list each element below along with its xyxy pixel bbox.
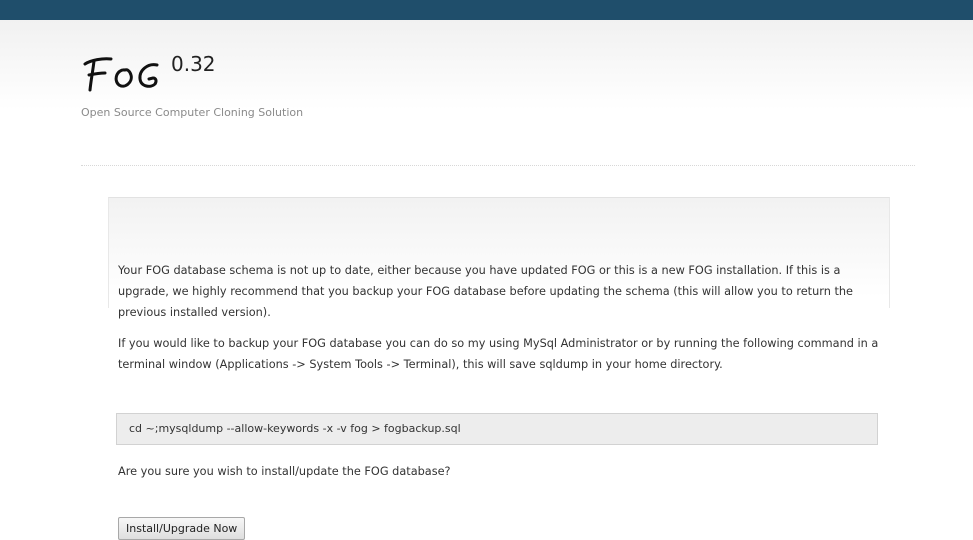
version-label: 0.32 <box>171 52 216 76</box>
brand: 0.32 Open Source Computer Cloning Soluti… <box>81 50 303 119</box>
page-header: 0.32 Open Source Computer Cloning Soluti… <box>0 20 973 140</box>
install-upgrade-button[interactable]: Install/Upgrade Now <box>118 517 246 540</box>
subtitle: Open Source Computer Cloning Solution <box>81 106 304 119</box>
main-content: Your FOG database schema is not up to da… <box>118 260 883 388</box>
backup-instructions-text: If you would like to backup your FOG dat… <box>118 337 879 371</box>
backup-command: cd ~;mysqldump --allow-keywords -x -v fo… <box>116 413 878 445</box>
fog-logo-mark <box>83 57 159 92</box>
top-bar <box>0 0 973 20</box>
schema-warning-text: Your FOG database schema is not up to da… <box>118 264 854 319</box>
confirm-question: Are you sure you wish to install/update … <box>118 465 451 478</box>
header-divider <box>81 165 915 166</box>
fog-logo: 0.32 <box>81 50 241 94</box>
